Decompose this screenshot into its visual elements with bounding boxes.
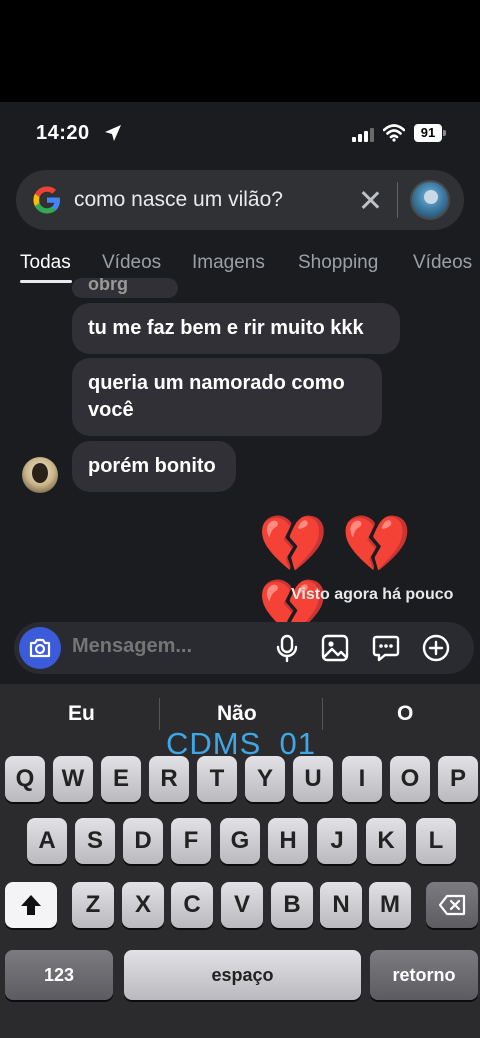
broken-heart-reactions: 💔💔💔 [258,512,426,639]
key-g[interactable]: G [220,818,260,864]
backspace-key[interactable] [426,882,478,928]
key-i[interactable]: I [342,756,382,802]
key-h[interactable]: H [268,818,308,864]
search-query[interactable]: como nasce um vilão? [74,188,283,212]
top-letterbox [0,0,480,102]
add-icon[interactable] [421,633,451,663]
tab-shopping[interactable]: Shopping [298,252,378,274]
key-p[interactable]: P [438,756,478,802]
status-bar: 14:20 91 [0,102,480,164]
clear-search-icon[interactable] [360,190,380,210]
seen-status: Visto agora há pouco [291,586,454,603]
prediction-divider [322,698,323,730]
contact-avatar[interactable] [22,457,58,493]
key-s[interactable]: S [75,818,115,864]
prediction-eu[interactable]: Eu [68,702,95,726]
prediction-o[interactable]: O [397,702,413,726]
numbers-key[interactable]: 123 [5,950,113,1000]
phone-screen: 14:20 91 como nasce um vilão? Todas Víde… [0,102,480,1038]
message-bubble: queria um namorado como você [72,358,382,436]
key-w[interactable]: W [53,756,93,802]
message-composer [14,622,474,674]
key-x[interactable]: X [122,882,164,928]
key-f[interactable]: F [171,818,211,864]
cellular-signal-icon [352,126,374,142]
search-divider [397,182,398,218]
key-z[interactable]: Z [72,882,114,928]
active-tab-indicator [20,280,72,283]
key-r[interactable]: R [149,756,189,802]
key-u[interactable]: U [293,756,333,802]
key-m[interactable]: M [369,882,411,928]
prediction-nao[interactable]: Não [217,702,257,726]
key-t[interactable]: T [197,756,237,802]
key-e[interactable]: E [101,756,141,802]
key-y[interactable]: Y [245,756,285,802]
key-a[interactable]: A [27,818,67,864]
tab-imagens[interactable]: Imagens [192,252,265,274]
key-c[interactable]: C [171,882,213,928]
tab-todas[interactable]: Todas [20,252,71,274]
prediction-divider [159,698,160,730]
tab-videos-2[interactable]: Vídeos [413,252,472,274]
message-bubble-partial: obrg [72,278,178,298]
shift-arrow-icon [21,895,41,915]
message-bubble: porém bonito [72,441,236,492]
message-bubble: tu me faz bem e rir muito kkk [72,303,400,354]
wifi-icon [383,124,405,142]
shift-key[interactable] [5,882,57,928]
key-n[interactable]: N [320,882,362,928]
space-key[interactable]: espaço [124,950,361,1000]
keyboard: Eu Não O CDMS_01 Q W E R T Y U I O P A S… [0,684,480,1038]
gallery-icon[interactable] [320,633,350,663]
key-v[interactable]: V [221,882,263,928]
location-arrow-icon [105,125,121,141]
tab-videos[interactable]: Vídeos [102,252,161,274]
backspace-icon [438,894,466,916]
battery-level: 91 [414,124,442,142]
key-d[interactable]: D [123,818,163,864]
microphone-icon[interactable] [272,633,302,663]
search-bar[interactable]: como nasce um vilão? [16,170,464,230]
message-input[interactable] [72,635,262,658]
key-l[interactable]: L [416,818,456,864]
sticker-chat-icon[interactable] [371,633,401,663]
key-j[interactable]: J [317,818,357,864]
return-key[interactable]: retorno [370,950,478,1000]
key-k[interactable]: K [366,818,406,864]
camera-button[interactable] [19,627,61,669]
key-o[interactable]: O [390,756,430,802]
key-b[interactable]: B [271,882,313,928]
google-logo-icon [33,186,60,214]
account-avatar[interactable] [410,180,450,220]
status-time: 14:20 [36,122,90,144]
watermark: CDMS_01 [166,726,316,761]
battery-icon: 91 [414,124,446,142]
camera-icon [29,638,51,658]
key-q[interactable]: Q [5,756,45,802]
